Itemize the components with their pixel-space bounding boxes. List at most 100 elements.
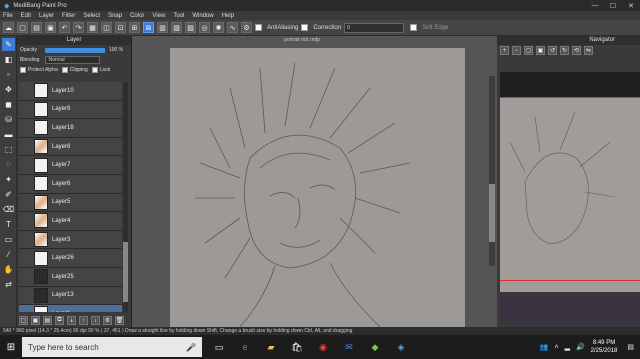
minimize-button[interactable]: — bbox=[586, 2, 604, 10]
layer-row[interactable]: Layer5 bbox=[19, 193, 122, 213]
layer-row[interactable]: Layer9 bbox=[19, 100, 122, 120]
new-layer-icon[interactable]: ▢ bbox=[19, 316, 28, 325]
rotate-right-icon[interactable]: ↻ bbox=[560, 46, 569, 55]
merge-down-icon[interactable]: ⇣ bbox=[67, 316, 76, 325]
ruler-icon[interactable]: ▧ bbox=[171, 22, 182, 33]
task-view-icon[interactable]: ▭ bbox=[210, 338, 228, 356]
text-tool-icon[interactable]: T bbox=[2, 218, 15, 231]
layer-row[interactable]: Layer1 bbox=[19, 305, 122, 312]
hand-tool-icon[interactable]: ✋ bbox=[2, 263, 15, 276]
move-layer-up-icon[interactable]: ↑ bbox=[79, 316, 88, 325]
redo-icon[interactable]: ↷ bbox=[73, 22, 84, 33]
crop-icon[interactable]: ⊡ bbox=[115, 22, 126, 33]
store-icon[interactable]: 🛍 bbox=[288, 338, 306, 356]
delete-layer-icon[interactable]: 🗑 bbox=[115, 316, 124, 325]
circle-snap-icon[interactable]: ◎ bbox=[199, 22, 210, 33]
volume-icon[interactable]: 🔊 bbox=[576, 343, 585, 351]
rotate-left-icon[interactable]: ↺ bbox=[548, 46, 557, 55]
game-icon[interactable]: ◆ bbox=[366, 338, 384, 356]
save-icon[interactable]: ▣ bbox=[45, 22, 56, 33]
eyedropper-tool-icon[interactable]: ⁄ bbox=[2, 248, 15, 261]
layer-row[interactable]: Layer3 bbox=[19, 230, 122, 250]
windows-start-icon[interactable]: ⊞ bbox=[0, 335, 22, 359]
lock-checkbox[interactable] bbox=[91, 67, 98, 73]
select-pen-tool-icon[interactable]: ✐ bbox=[2, 188, 15, 201]
settings-icon[interactable]: ⚙ bbox=[241, 22, 252, 33]
correction-checkbox[interactable] bbox=[301, 24, 309, 31]
radial-icon[interactable]: ✺ bbox=[213, 22, 224, 33]
canvas-scrollbar-thumb[interactable] bbox=[489, 184, 495, 242]
layer-scrollbar-thumb[interactable] bbox=[123, 242, 128, 302]
dot-tool-icon[interactable]: ▫ bbox=[2, 68, 15, 81]
drawing-canvas[interactable] bbox=[170, 48, 465, 327]
undo-icon[interactable]: ↶ bbox=[59, 22, 70, 33]
people-icon[interactable]: 👥 bbox=[540, 343, 549, 351]
file-explorer-icon[interactable]: ▰ bbox=[262, 338, 280, 356]
maximize-button[interactable]: ☐ bbox=[604, 2, 622, 10]
fit-window-icon[interactable]: ▢ bbox=[524, 46, 533, 55]
new-folder-icon[interactable]: ▤ bbox=[43, 316, 52, 325]
notifications-icon[interactable]: ▤ bbox=[627, 343, 634, 351]
curve-icon[interactable]: ∿ bbox=[227, 22, 238, 33]
soft-edge-checkbox[interactable] bbox=[410, 24, 418, 31]
select-tool-icon[interactable]: ⬚ bbox=[2, 143, 15, 156]
magic-wand-tool-icon[interactable]: ✦ bbox=[2, 173, 15, 186]
microphone-icon[interactable]: 🎤 bbox=[186, 343, 196, 352]
clipping-checkbox[interactable] bbox=[61, 67, 68, 73]
open-icon[interactable]: ▤ bbox=[31, 22, 42, 33]
clock[interactable]: 8:49 PM 2/25/2018 bbox=[591, 339, 618, 355]
mail-icon[interactable]: ✉ bbox=[340, 338, 358, 356]
layer-row[interactable]: Layer8 bbox=[19, 137, 122, 157]
move-layer-down-icon[interactable]: ↓ bbox=[91, 316, 100, 325]
zoom-out-icon[interactable]: − bbox=[512, 46, 521, 55]
fill-icon[interactable]: ▦ bbox=[87, 22, 98, 33]
medibang-taskbar-icon[interactable]: ◈ bbox=[392, 338, 410, 356]
zoom-in-icon[interactable]: + bbox=[500, 46, 509, 55]
fill-tool-icon[interactable]: ◼ bbox=[2, 98, 15, 111]
layer-row[interactable]: Layer26 bbox=[19, 249, 122, 268]
reset-rotation-icon[interactable]: ⟲ bbox=[572, 46, 581, 55]
layer-row[interactable]: Layer10 bbox=[19, 82, 122, 101]
canvas-scrollbar[interactable] bbox=[489, 76, 495, 266]
menu-select[interactable]: Select bbox=[83, 13, 100, 19]
brush-tool-icon[interactable]: ✎ bbox=[2, 38, 15, 51]
menu-tool[interactable]: Tool bbox=[173, 13, 184, 19]
swap-tool-icon[interactable]: ⇄ bbox=[2, 278, 15, 291]
document-tab[interactable]: portrait rick.mdp bbox=[212, 36, 392, 45]
layer-settings-icon[interactable]: ⚙ bbox=[103, 316, 112, 325]
menu-file[interactable]: File bbox=[3, 13, 13, 19]
blending-select[interactable]: Normal bbox=[45, 56, 101, 64]
edge-browser-icon[interactable]: e bbox=[236, 338, 254, 356]
layer-scrollbar[interactable] bbox=[123, 82, 128, 312]
lasso-tool-icon[interactable]: ◌ bbox=[2, 158, 15, 171]
opacity-slider[interactable] bbox=[44, 47, 105, 53]
selection-mode-icon[interactable]: ⊠ bbox=[143, 22, 154, 33]
close-button[interactable]: ✕ bbox=[622, 2, 640, 10]
bucket-tool-icon[interactable]: ⛁ bbox=[2, 113, 15, 126]
menu-help[interactable]: Help bbox=[222, 13, 234, 19]
divide-tool-icon[interactable]: ▭ bbox=[2, 233, 15, 246]
network-icon[interactable]: ▂ bbox=[565, 343, 570, 351]
layer-row[interactable]: Layer4 bbox=[19, 212, 122, 231]
cloud-icon[interactable]: ☁ bbox=[3, 22, 14, 33]
duplicate-layer-icon[interactable]: ⧉ bbox=[55, 316, 64, 325]
chrome-icon[interactable]: ◉ bbox=[314, 338, 332, 356]
protect-alpha-checkbox[interactable] bbox=[20, 67, 26, 73]
menu-filter[interactable]: Filter bbox=[62, 13, 75, 19]
menu-view[interactable]: View bbox=[152, 13, 165, 19]
flip-horizontal-icon[interactable]: ⇋ bbox=[584, 46, 593, 55]
antialiasing-checkbox[interactable] bbox=[255, 24, 262, 31]
actual-size-icon[interactable]: ▣ bbox=[536, 46, 545, 55]
correction-select[interactable]: 0 bbox=[344, 22, 405, 33]
menu-snap[interactable]: Snap bbox=[108, 13, 122, 19]
gradient-tool-icon[interactable]: ▬ bbox=[2, 128, 15, 141]
menu-color[interactable]: Color bbox=[130, 13, 144, 19]
move-tool-icon[interactable]: ✥ bbox=[2, 83, 15, 96]
layer-row[interactable]: Layer18 bbox=[19, 119, 122, 138]
new-halftone-layer-icon[interactable]: ▣ bbox=[31, 316, 40, 325]
menu-layer[interactable]: Layer bbox=[39, 13, 54, 19]
snap-icon[interactable]: ⊞ bbox=[129, 22, 140, 33]
chevron-up-icon[interactable]: ˄ bbox=[554, 344, 558, 351]
select-eraser-tool-icon[interactable]: ⌫ bbox=[2, 203, 15, 216]
menu-edit[interactable]: Edit bbox=[21, 13, 31, 19]
